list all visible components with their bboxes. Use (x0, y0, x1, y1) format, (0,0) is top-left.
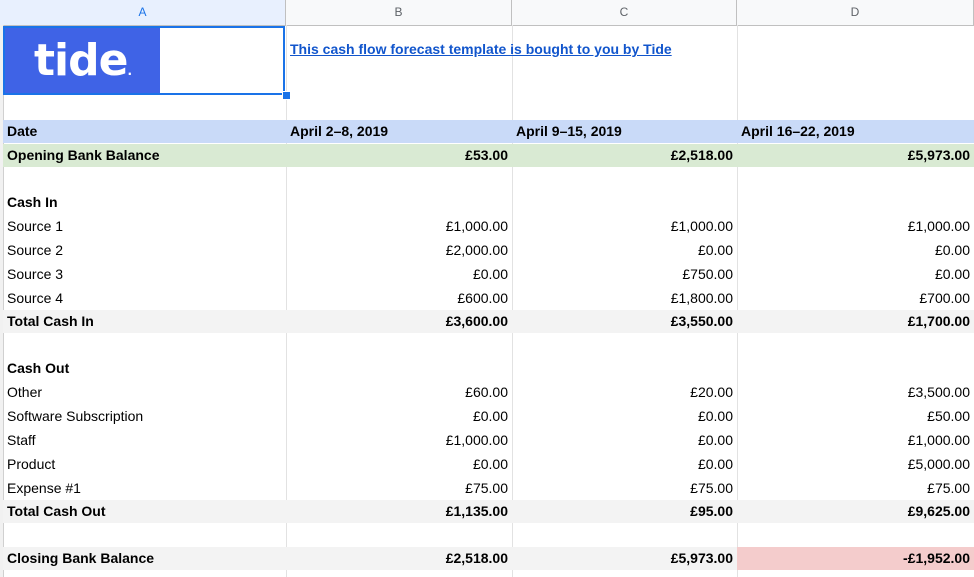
amount-cell[interactable]: £1,800.00 (512, 287, 737, 310)
closing-balance-negative-value[interactable]: -£1,952.00 (737, 547, 974, 570)
table-row: Other £60.00 £20.00 £3,500.00 (3, 381, 974, 404)
total-value[interactable]: £1,135.00 (286, 500, 512, 523)
column-header-b[interactable]: B (286, 0, 512, 25)
amount-cell[interactable]: £1,000.00 (512, 215, 737, 238)
amount-cell[interactable]: £0.00 (286, 405, 512, 428)
period-header[interactable]: April 2–8, 2019 (286, 120, 512, 143)
amount-cell[interactable]: £600.00 (286, 287, 512, 310)
total-value[interactable]: £3,550.00 (512, 310, 737, 333)
closing-balance-label[interactable]: Closing Bank Balance (3, 547, 286, 570)
amount-cell[interactable]: £75.00 (286, 477, 512, 500)
amount-cell[interactable]: £0.00 (512, 405, 737, 428)
table-row: Source 1 £1,000.00 £1,000.00 £1,000.00 (3, 215, 974, 238)
amount-cell[interactable]: £0.00 (512, 453, 737, 476)
amount-cell[interactable]: £0.00 (286, 263, 512, 286)
amount-cell[interactable]: £750.00 (512, 263, 737, 286)
tide-template-link[interactable]: This cash flow forecast template is boug… (290, 41, 672, 57)
total-value[interactable]: £9,625.00 (737, 500, 974, 523)
amount-cell[interactable]: £75.00 (737, 477, 974, 500)
date-header-row: Date April 2–8, 2019 April 9–15, 2019 Ap… (3, 120, 974, 143)
opening-balance-value[interactable]: £2,518.00 (512, 144, 737, 167)
opening-balance-value[interactable]: £5,973.00 (737, 144, 974, 167)
total-cash-in-row: Total Cash In £3,600.00 £3,550.00 £1,700… (3, 310, 974, 333)
table-row: Product £0.00 £0.00 £5,000.00 (3, 453, 974, 476)
amount-cell[interactable]: £1,000.00 (737, 429, 974, 452)
fill-handle[interactable] (282, 91, 291, 100)
table-row: Source 2 £2,000.00 £0.00 £0.00 (3, 239, 974, 262)
amount-cell[interactable]: £0.00 (737, 239, 974, 262)
selected-cell-a1[interactable]: tide. (3, 26, 285, 95)
closing-balance-value[interactable]: £2,518.00 (286, 547, 512, 570)
row-label[interactable]: Source 2 (3, 239, 286, 262)
column-header-bar: A B C D (0, 0, 974, 26)
opening-balance-value[interactable]: £53.00 (286, 144, 512, 167)
cash-out-heading[interactable]: Cash Out (3, 357, 286, 380)
tide-logo-text: tide (33, 35, 128, 86)
table-row: Source 3 £0.00 £750.00 £0.00 (3, 263, 974, 286)
amount-cell[interactable]: £3,500.00 (737, 381, 974, 404)
tide-logo: tide. (5, 28, 160, 93)
row-label[interactable]: Source 3 (3, 263, 286, 286)
amount-cell[interactable]: £60.00 (286, 381, 512, 404)
amount-cell[interactable]: £75.00 (512, 477, 737, 500)
closing-balance-value[interactable]: £5,973.00 (512, 547, 737, 570)
cash-in-section-row: Cash In (3, 191, 974, 214)
amount-cell[interactable]: £2,000.00 (286, 239, 512, 262)
column-header-d[interactable]: D (737, 0, 974, 25)
amount-cell[interactable]: £0.00 (286, 453, 512, 476)
total-value[interactable]: £3,600.00 (286, 310, 512, 333)
amount-cell[interactable]: £0.00 (737, 263, 974, 286)
table-row: Source 4 £600.00 £1,800.00 £700.00 (3, 287, 974, 310)
amount-cell[interactable]: £1,000.00 (286, 215, 512, 238)
row-label[interactable]: Source 4 (3, 287, 286, 310)
amount-cell[interactable]: £0.00 (512, 429, 737, 452)
total-label[interactable]: Total Cash In (3, 310, 286, 333)
amount-cell[interactable]: £50.00 (737, 405, 974, 428)
opening-balance-row: Opening Bank Balance £53.00 £2,518.00 £5… (3, 144, 974, 167)
period-header[interactable]: April 9–15, 2019 (512, 120, 737, 143)
opening-balance-label[interactable]: Opening Bank Balance (3, 144, 286, 167)
total-cash-out-row: Total Cash Out £1,135.00 £95.00 £9,625.0… (3, 500, 974, 523)
total-value[interactable]: £1,700.00 (737, 310, 974, 333)
column-header-c[interactable]: C (512, 0, 737, 25)
cash-in-heading[interactable]: Cash In (3, 191, 286, 214)
period-header[interactable]: April 16–22, 2019 (737, 120, 974, 143)
table-row: Expense #1 £75.00 £75.00 £75.00 (3, 477, 974, 500)
total-value[interactable]: £95.00 (512, 500, 737, 523)
row-label[interactable]: Other (3, 381, 286, 404)
total-label[interactable]: Total Cash Out (3, 500, 286, 523)
amount-cell[interactable]: £20.00 (512, 381, 737, 404)
table-row: Software Subscription £0.00 £0.00 £50.00 (3, 405, 974, 428)
row-label[interactable]: Source 1 (3, 215, 286, 238)
amount-cell[interactable]: £5,000.00 (737, 453, 974, 476)
amount-cell[interactable]: £700.00 (737, 287, 974, 310)
row-label[interactable]: Expense #1 (3, 477, 286, 500)
row-label[interactable]: Staff (3, 429, 286, 452)
amount-cell[interactable]: £1,000.00 (737, 215, 974, 238)
amount-cell[interactable]: £0.00 (512, 239, 737, 262)
date-label[interactable]: Date (3, 120, 286, 143)
table-row: Staff £1,000.00 £0.00 £1,000.00 (3, 429, 974, 452)
cash-out-section-row: Cash Out (3, 357, 974, 380)
closing-balance-row: Closing Bank Balance £2,518.00 £5,973.00… (3, 547, 974, 570)
row-label[interactable]: Product (3, 453, 286, 476)
row-label[interactable]: Software Subscription (3, 405, 286, 428)
amount-cell[interactable]: £1,000.00 (286, 429, 512, 452)
column-header-a[interactable]: A (0, 0, 286, 25)
